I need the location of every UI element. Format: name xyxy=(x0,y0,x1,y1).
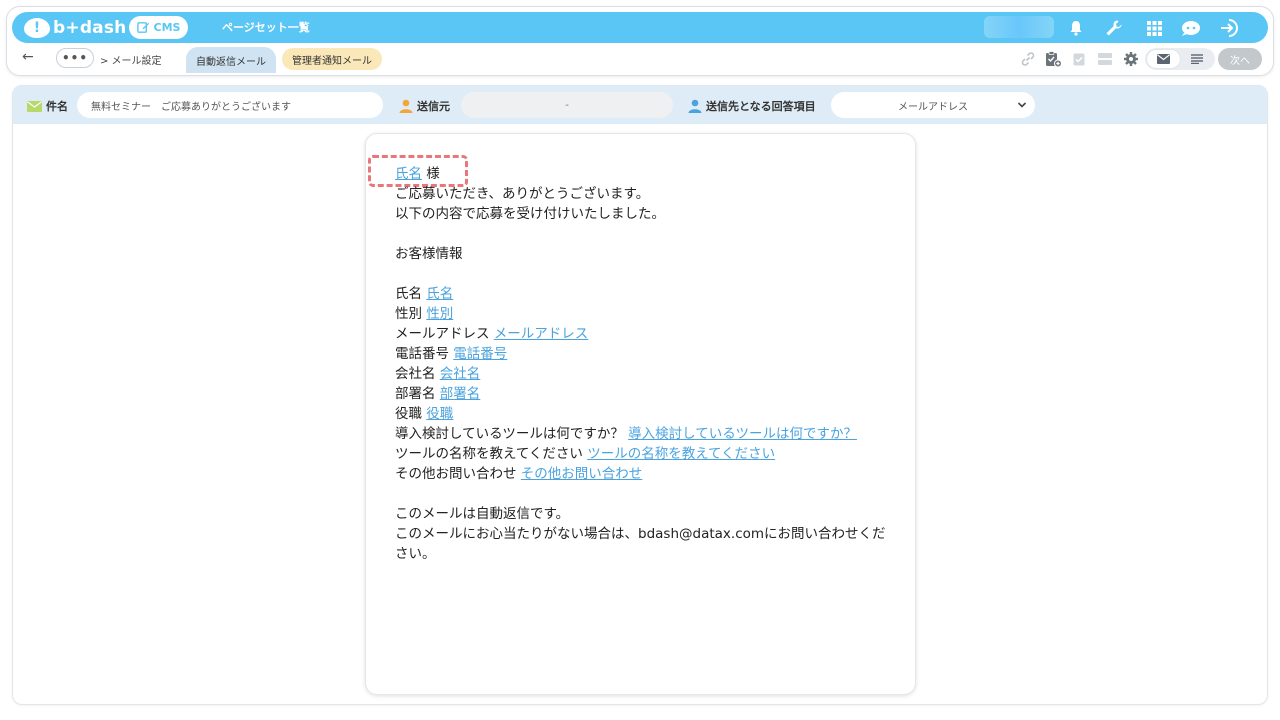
row-label: ツールの名称を教えてください xyxy=(395,446,583,462)
gear-icon[interactable] xyxy=(1121,49,1141,69)
top-bar: ! b+dash CMS ページセット一覧 xyxy=(12,12,1268,43)
main-panel: 件名 無料セミナー ご応募ありがとうございます 送信元 - 送信先となる回答項目… xyxy=(12,85,1268,705)
sender-input[interactable]: - xyxy=(461,92,673,118)
view-toggle xyxy=(1145,48,1215,70)
tab-label: 管理者通知メール xyxy=(292,55,372,67)
wrench-icon[interactable] xyxy=(1102,16,1126,40)
subject-label: 件名 xyxy=(27,98,68,114)
link-icon[interactable] xyxy=(1018,49,1038,69)
row-var-link[interactable]: 会社名 xyxy=(440,366,481,382)
row-label: 会社名 xyxy=(395,366,436,382)
info-row: 性別 性別 xyxy=(395,304,895,324)
person-icon xyxy=(688,99,702,113)
var-name-link[interactable]: 氏名 xyxy=(395,166,422,182)
sender-label: 送信元 xyxy=(399,98,450,114)
row-label: 電話番号 xyxy=(395,346,449,362)
row-var-link[interactable]: 性別 xyxy=(426,306,453,322)
back-arrow-icon[interactable]: ← xyxy=(22,49,34,65)
tab-admin-notification-mail[interactable]: 管理者通知メール xyxy=(282,48,382,70)
footer-line: このメールは自動返信です。 xyxy=(395,506,570,522)
mail-field-bar: 件名 無料セミナー ご応募ありがとうございます 送信元 - 送信先となる回答項目… xyxy=(13,86,1267,124)
logo-bubble-icon: ! xyxy=(24,17,50,38)
sub-bar: ← ••• > メール設定 自動返信メール 管理者通知メール 次へ xyxy=(12,46,1268,73)
row-label: メールアドレス xyxy=(395,326,490,342)
info-row: その他お問い合わせ その他お問い合わせ xyxy=(395,464,895,484)
info-row: 電話番号 電話番号 xyxy=(395,344,895,364)
row-label: 部署名 xyxy=(395,386,436,402)
page-set-list-link[interactable]: ページセット一覧 xyxy=(222,19,310,35)
logo-text: b+dash xyxy=(53,17,127,38)
info-row: 導入検討しているツールは何ですか？ 導入検討しているツールは何ですか？ xyxy=(395,424,895,444)
footer-line: このメールにお心当たりがない場合は、bdash@datax.comにお問い合わせ… xyxy=(395,526,886,562)
next-button[interactable]: 次へ xyxy=(1218,48,1262,70)
subject-input[interactable]: 無料セミナー ご応募ありがとうございます xyxy=(77,92,383,118)
recipient-label-text: 送信先となる回答項目 xyxy=(706,100,816,113)
bell-icon[interactable] xyxy=(1064,16,1088,40)
greeting-line: 氏名 様 xyxy=(395,164,895,184)
row-var-link[interactable]: 導入検討しているツールは何ですか？ xyxy=(628,426,857,442)
row-label: 氏名 xyxy=(395,286,422,302)
breadcrumb-mail-settings[interactable]: > メール設定 xyxy=(100,52,162,67)
person-icon xyxy=(399,99,413,113)
info-row: 役職 役職 xyxy=(395,404,895,424)
mail-icon xyxy=(1157,54,1170,64)
text-view-button[interactable] xyxy=(1180,50,1213,68)
cms-button[interactable]: CMS xyxy=(129,16,188,39)
info-row: 部署名 部署名 xyxy=(395,384,895,404)
recipient-select[interactable]: メールアドレス xyxy=(831,92,1035,118)
clipboard-check-icon[interactable] xyxy=(1069,49,1089,69)
support-chat-icon[interactable] xyxy=(1179,16,1203,40)
recipient-label: 送信先となる回答項目 xyxy=(688,98,816,114)
more-breadcrumb-button[interactable]: ••• xyxy=(56,48,94,68)
info-row: メールアドレス メールアドレス xyxy=(395,324,895,344)
info-row: 会社名 会社名 xyxy=(395,364,895,384)
row-var-link[interactable]: 役職 xyxy=(426,406,453,422)
intro-line: ご応募いただき、ありがとうございます。 xyxy=(395,186,650,202)
layout-icon[interactable] xyxy=(1095,49,1115,69)
clipboard-add-icon[interactable] xyxy=(1043,49,1063,69)
user-name-blurred xyxy=(984,16,1054,38)
mail-icon xyxy=(27,100,42,112)
row-label: その他お問い合わせ xyxy=(395,466,517,482)
row-var-link[interactable]: その他お問い合わせ xyxy=(521,466,643,482)
info-row: ツールの名称を教えてください ツールの名称を教えてください xyxy=(395,444,895,464)
greeting-suffix: 様 xyxy=(426,166,440,182)
tab-label: 自動返信メール xyxy=(196,56,266,68)
email-preview-card: 氏名 様 ご応募いただき、ありがとうございます。 以下の内容で応募を受け付けいた… xyxy=(365,133,916,695)
tab-auto-reply-mail[interactable]: 自動返信メール xyxy=(186,47,276,73)
row-var-link[interactable]: メールアドレス xyxy=(494,326,589,342)
bdash-logo[interactable]: ! b+dash xyxy=(24,15,126,40)
email-body: 氏名 様 ご応募いただき、ありがとうございます。 以下の内容で応募を受け付けいた… xyxy=(395,164,895,564)
grid-menu-icon[interactable] xyxy=(1142,16,1166,40)
section-title: お客様情報 xyxy=(395,246,463,262)
text-lines-icon xyxy=(1190,54,1203,64)
row-label: 性別 xyxy=(395,306,422,322)
edit-icon xyxy=(136,22,149,33)
row-var-link[interactable]: 電話番号 xyxy=(453,346,507,362)
recipient-selected-value: メールアドレス xyxy=(898,101,968,113)
row-var-link[interactable]: 氏名 xyxy=(426,286,453,302)
chevron-down-icon xyxy=(1017,102,1027,108)
logout-icon[interactable] xyxy=(1218,16,1242,40)
cms-label: CMS xyxy=(153,21,181,34)
row-label: 役職 xyxy=(395,406,422,422)
info-row: 氏名 氏名 xyxy=(395,284,895,304)
sender-label-text: 送信元 xyxy=(417,100,450,113)
intro-line: 以下の内容で応募を受け付けいたしました。 xyxy=(395,206,665,222)
subject-label-text: 件名 xyxy=(46,100,68,113)
row-label: 導入検討しているツールは何ですか？ xyxy=(395,426,624,442)
row-var-link[interactable]: 部署名 xyxy=(440,386,481,402)
row-var-link[interactable]: ツールの名称を教えてください xyxy=(587,446,775,462)
mail-view-button[interactable] xyxy=(1147,50,1180,68)
